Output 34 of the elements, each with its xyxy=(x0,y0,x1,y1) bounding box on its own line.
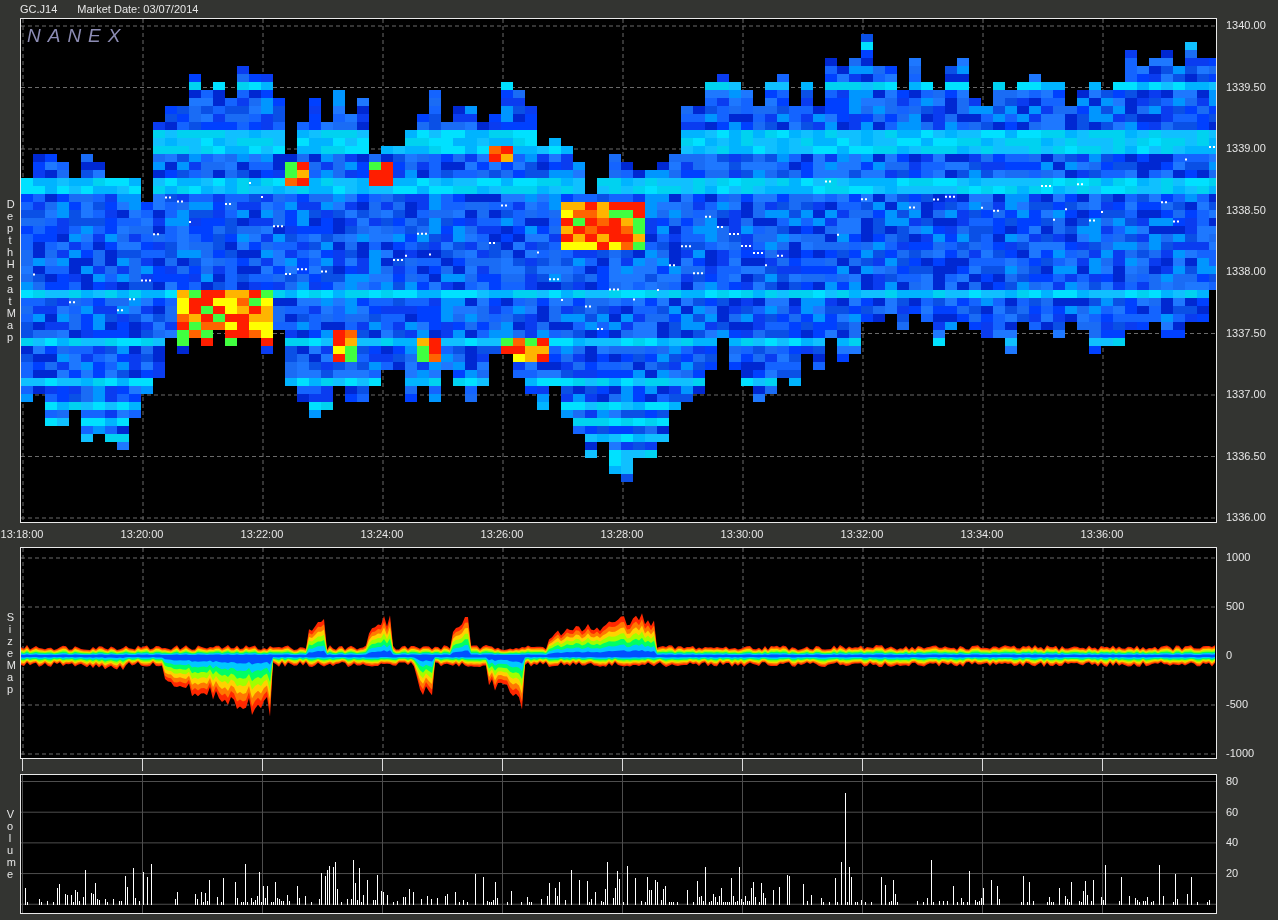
symbol-label: GC.J14 xyxy=(20,3,58,15)
price-tick-label: 1338.50 xyxy=(1225,203,1266,216)
size-tick-label: -1000 xyxy=(1225,747,1255,759)
volume-tick-label: 60 xyxy=(1225,805,1239,818)
size-tick-label: 500 xyxy=(1225,600,1245,612)
axis-title: Depth Heat Map xyxy=(6,197,14,344)
time-tick-label: 13:26:00 xyxy=(480,528,524,540)
price-tick-label: 1337.50 xyxy=(1225,326,1266,339)
time-tick-label: 13:20:00 xyxy=(120,528,164,540)
price-tick-label: 1339.00 xyxy=(1225,142,1266,154)
time-tick-label: 13:34:00 xyxy=(960,528,1004,540)
time-tick-label: 13:28:00 xyxy=(600,528,644,540)
time-tick-label: 13:24:00 xyxy=(360,528,404,540)
price-tick-label: 1338.00 xyxy=(1225,265,1266,277)
price-tick-label: 1336.50 xyxy=(1225,449,1266,462)
time-tick-label: 13:36:00 xyxy=(1080,528,1124,540)
price-tick-label: 1339.50 xyxy=(1225,80,1266,93)
time-tick-label: 13:22:00 xyxy=(240,528,284,540)
time-tick-label: 13:32:00 xyxy=(840,528,884,540)
logo-text: NANEX xyxy=(27,25,128,47)
volume-tick-label: 80 xyxy=(1225,775,1239,787)
axis-title: Size Map xyxy=(6,610,14,696)
time-tick-label: 13:18:00 xyxy=(0,528,44,540)
axis-title: Volume xyxy=(6,807,14,881)
volume-tick-label: 40 xyxy=(1225,836,1239,849)
size-tick-label: 1000 xyxy=(1225,551,1251,563)
price-tick-label: 1336.00 xyxy=(1225,511,1266,523)
size-tick-label: 0 xyxy=(1225,649,1233,661)
size-tick-label: -500 xyxy=(1225,698,1249,710)
price-tick-label: 1340.00 xyxy=(1225,19,1266,31)
time-tick-label: 13:30:00 xyxy=(720,528,764,540)
price-tick-label: 1337.00 xyxy=(1225,388,1266,400)
volume-tick-label: 20 xyxy=(1225,867,1239,880)
market-date: Market Date: 03/07/2014 xyxy=(77,3,199,15)
